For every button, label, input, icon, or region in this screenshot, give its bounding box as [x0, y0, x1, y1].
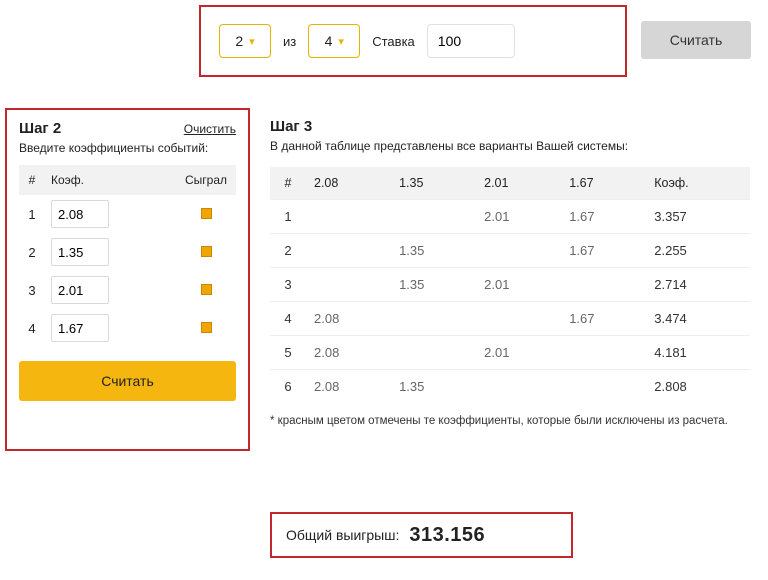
col-coef: Коэф.	[45, 165, 176, 195]
variants-row: 42.08 1.673.474	[270, 302, 750, 336]
row-num: 1	[19, 195, 45, 233]
variants-col: 1.35	[391, 167, 476, 200]
coef-row: 3	[19, 271, 236, 309]
variant-cell	[391, 200, 476, 234]
variant-coef: 2.714	[646, 268, 750, 302]
played-checkbox[interactable]	[201, 246, 212, 257]
compute-button-top[interactable]: Считать	[641, 21, 751, 59]
coef-input[interactable]	[51, 314, 109, 342]
total-value: 313.156	[409, 524, 485, 547]
row-num: 4	[270, 302, 306, 336]
variant-cell	[561, 336, 646, 370]
step2-highlight: Шаг 2 Очистить Введите коэффициенты собы…	[5, 108, 250, 451]
variant-cell: 2.01	[476, 336, 561, 370]
of-label: из	[283, 34, 296, 49]
row-num: 5	[270, 336, 306, 370]
step3-title: Шаг 3	[270, 118, 750, 135]
total-select[interactable]: 4 ▾	[308, 24, 360, 58]
coef-input[interactable]	[51, 238, 109, 266]
step3-panel: Шаг 3 В данной таблице представлены все …	[270, 118, 750, 427]
variants-row: 2 1.35 1.672.255	[270, 234, 750, 268]
row-num: 2	[19, 233, 45, 271]
variant-cell	[306, 200, 391, 234]
variants-row: 52.08 2.01 4.181	[270, 336, 750, 370]
step3-prompt: В данной таблице представлены все вариан…	[270, 139, 750, 153]
played-checkbox[interactable]	[201, 284, 212, 295]
stake-input[interactable]	[427, 24, 515, 58]
variants-col: Коэф.	[646, 167, 750, 200]
col-played: Сыграл	[176, 165, 236, 195]
stake-label: Ставка	[372, 34, 415, 49]
total-value: 4	[325, 33, 333, 49]
variant-cell	[306, 234, 391, 268]
coef-input[interactable]	[51, 276, 109, 304]
variants-table: #2.081.352.011.67Коэф. 12.011.673.35721.…	[270, 167, 750, 403]
coef-input[interactable]	[51, 200, 109, 228]
variant-coef: 2.255	[646, 234, 750, 268]
col-num: #	[19, 165, 45, 195]
variant-coef: 2.808	[646, 370, 750, 404]
variants-col: 2.08	[306, 167, 391, 200]
pick-value: 2	[235, 33, 243, 49]
variant-cell: 1.35	[391, 234, 476, 268]
variant-cell	[391, 302, 476, 336]
step3-footnote: * красным цветом отмечены те коэффициент…	[270, 415, 750, 427]
total-label: Общий выигрыш:	[286, 527, 399, 543]
variant-cell: 2.01	[476, 268, 561, 302]
row-num: 3	[270, 268, 306, 302]
pick-select[interactable]: 2 ▾	[219, 24, 271, 58]
coef-row: 1	[19, 195, 236, 233]
step2-title: Шаг 2	[19, 120, 61, 137]
row-num: 4	[19, 309, 45, 347]
variants-col: 2.01	[476, 167, 561, 200]
variant-cell: 2.08	[306, 302, 391, 336]
step2-prompt: Введите коэффициенты событий:	[19, 141, 236, 155]
total-highlight: Общий выигрыш: 313.156	[270, 512, 573, 558]
top-controls-highlight: 2 ▾ из 4 ▾ Ставка	[199, 5, 627, 77]
variant-cell: 1.67	[561, 200, 646, 234]
row-num: 2	[270, 234, 306, 268]
clear-link[interactable]: Очистить	[184, 122, 236, 136]
chevron-down-icon: ▾	[249, 35, 255, 48]
variants-row: 62.081.35 2.808	[270, 370, 750, 404]
chevron-down-icon: ▾	[338, 35, 344, 48]
variant-cell: 2.08	[306, 336, 391, 370]
variant-cell: 1.67	[561, 234, 646, 268]
played-checkbox[interactable]	[201, 208, 212, 219]
coef-row: 4	[19, 309, 236, 347]
variant-cell	[561, 370, 646, 404]
variants-row: 1 2.011.673.357	[270, 200, 750, 234]
variant-cell: 2.08	[306, 370, 391, 404]
coef-row: 2	[19, 233, 236, 271]
row-num: 3	[19, 271, 45, 309]
variant-cell: 1.67	[561, 302, 646, 336]
variant-cell	[561, 268, 646, 302]
variant-coef: 3.357	[646, 200, 750, 234]
variant-cell	[476, 302, 561, 336]
variant-cell: 2.01	[476, 200, 561, 234]
variant-coef: 3.474	[646, 302, 750, 336]
variant-cell	[391, 336, 476, 370]
coef-table: # Коэф. Сыграл 1234	[19, 165, 236, 347]
variant-cell	[476, 370, 561, 404]
variant-cell	[306, 268, 391, 302]
variant-cell	[476, 234, 561, 268]
variant-cell: 1.35	[391, 268, 476, 302]
variants-row: 3 1.352.01 2.714	[270, 268, 750, 302]
row-num: 6	[270, 370, 306, 404]
row-num: 1	[270, 200, 306, 234]
variant-coef: 4.181	[646, 336, 750, 370]
played-checkbox[interactable]	[201, 322, 212, 333]
compute-button-step2[interactable]: Считать	[19, 361, 236, 401]
variants-col: 1.67	[561, 167, 646, 200]
variants-col: #	[270, 167, 306, 200]
variant-cell: 1.35	[391, 370, 476, 404]
